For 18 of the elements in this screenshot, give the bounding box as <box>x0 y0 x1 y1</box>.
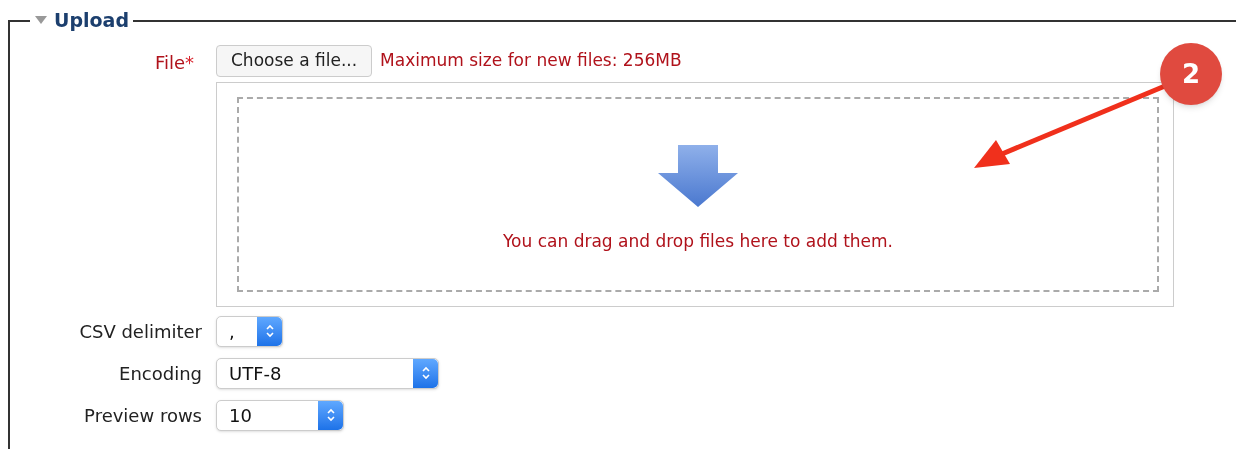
select-field[interactable]: , <box>216 315 283 347</box>
collapse-triangle-icon[interactable] <box>34 15 48 26</box>
stepper-icon <box>413 358 438 388</box>
section-title[interactable]: Upload <box>54 6 130 35</box>
select-field[interactable]: UTF-8 <box>216 357 439 389</box>
field-label: CSV delimiter <box>78 319 203 344</box>
drop-message: You can drag and drop files here to add them. <box>503 229 893 253</box>
field-label: Encoding <box>118 361 203 386</box>
field-label: Preview rows <box>83 403 203 428</box>
select-field[interactable]: 10 <box>216 399 344 431</box>
step-badge: 2 <box>1160 43 1222 105</box>
size-note: Maximum size for new files: 256MB <box>380 48 682 72</box>
choose-file-button[interactable]: Choose a file... <box>216 44 373 77</box>
stepper-icon <box>257 316 282 346</box>
field-label: File* <box>154 51 194 73</box>
stepper-icon <box>318 400 343 430</box>
drop-zone[interactable]: You can drag and drop files here to add them. <box>216 81 1174 307</box>
down-arrow-icon <box>658 144 738 207</box>
